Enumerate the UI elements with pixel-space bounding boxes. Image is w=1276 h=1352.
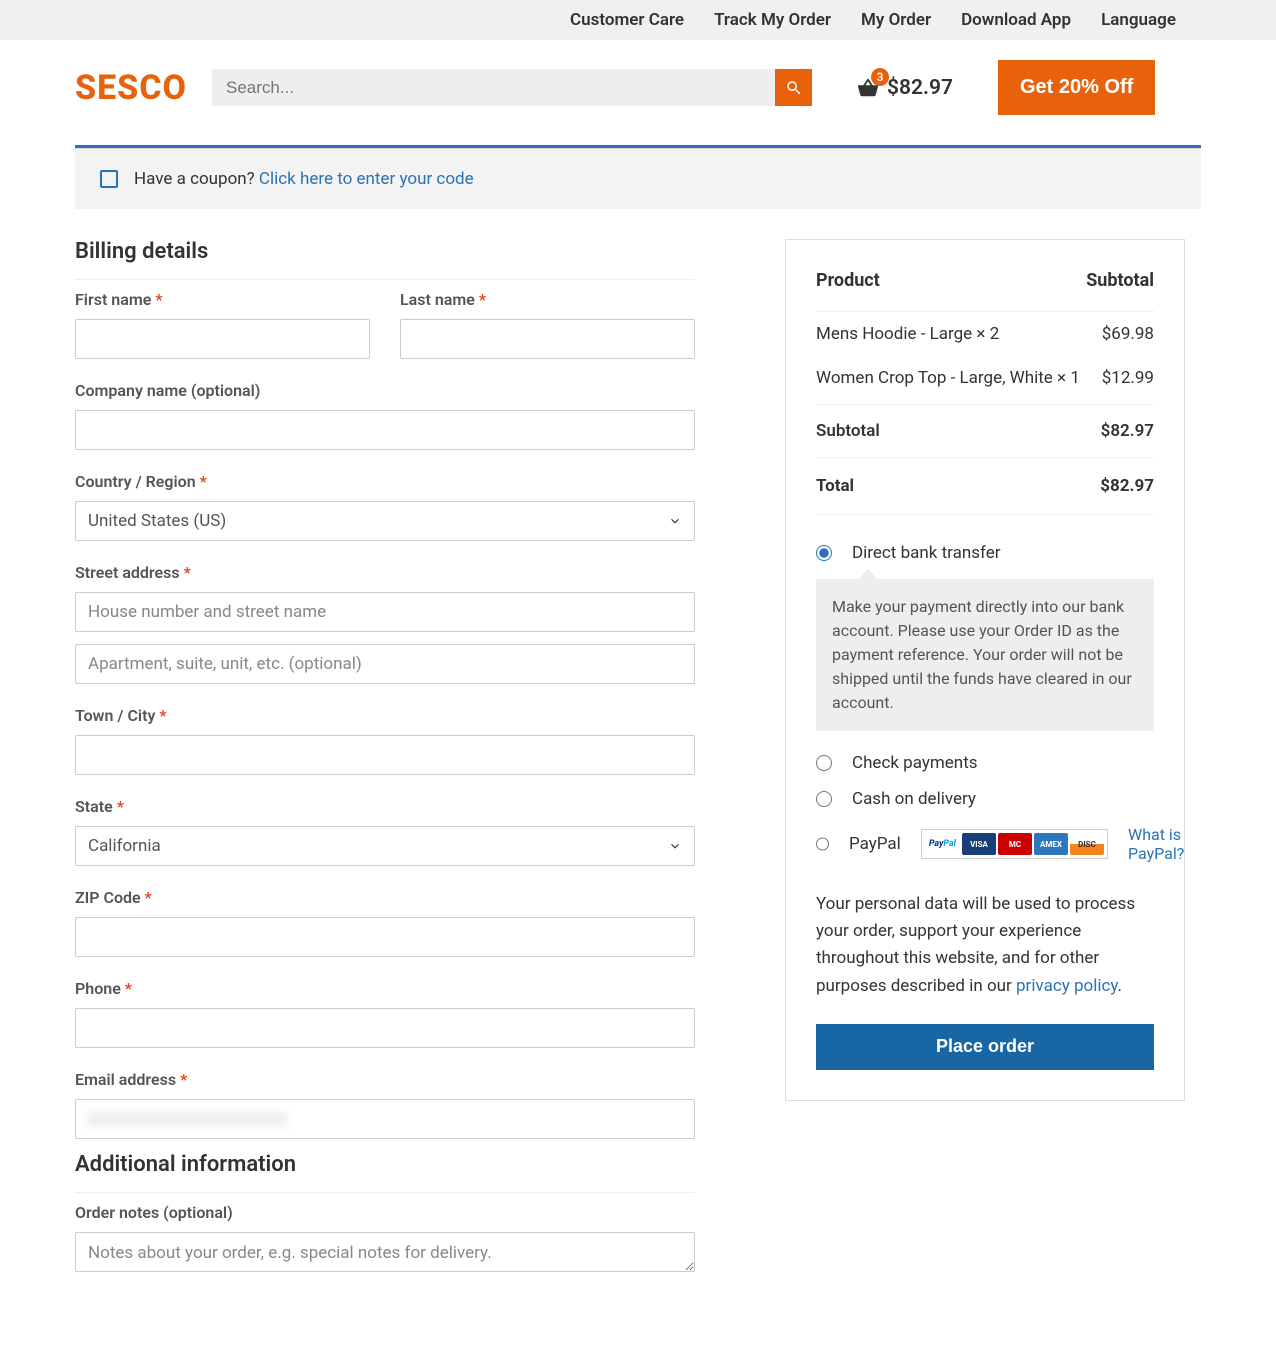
country-select[interactable]: United States (US) [75, 501, 695, 541]
state-label: State * [75, 797, 695, 816]
header: SESCO 3 $82.97 Get 20% Off [0, 40, 1276, 135]
topbar-my-order[interactable]: My Order [861, 10, 931, 30]
order-line-item: Women Crop Top - Large, White × 1$12.99 [816, 356, 1154, 400]
order-header-product: Product [816, 270, 880, 291]
paypal-cards-icon: PayPal VISA MC AMEX DISC [921, 829, 1108, 859]
order-notes-input[interactable] [75, 1232, 695, 1272]
state-select[interactable]: California [75, 826, 695, 866]
place-order-button[interactable]: Place order [816, 1024, 1154, 1070]
payment-check-radio[interactable] [816, 755, 832, 771]
logo[interactable]: SESCO [75, 68, 187, 108]
country-label: Country / Region * [75, 472, 695, 491]
topbar-language[interactable]: Language [1101, 10, 1176, 30]
zip-input[interactable] [75, 917, 695, 957]
phone-label: Phone * [75, 979, 695, 998]
search-input[interactable] [212, 69, 775, 106]
search-box [212, 69, 812, 106]
order-subtotal: Subtotal$82.97 [816, 404, 1154, 453]
billing-title: Billing details [75, 239, 695, 280]
payment-bank-description: Make your payment directly into our bank… [816, 579, 1154, 731]
order-line-item: Mens Hoodie - Large × 2$69.98 [816, 312, 1154, 356]
phone-input[interactable] [75, 1008, 695, 1048]
coupon-bar: Have a coupon? Click here to enter your … [75, 148, 1201, 209]
order-notes-label: Order notes (optional) [75, 1203, 695, 1222]
payment-bank-radio[interactable] [816, 545, 832, 561]
order-summary: Product Subtotal Mens Hoodie - Large × 2… [785, 239, 1185, 1101]
payment-methods: Direct bank transfer Make your payment d… [816, 535, 1154, 871]
cart-amount: $82.97 [887, 76, 953, 100]
first-name-label: First name * [75, 290, 370, 309]
topbar: Customer Care Track My Order My Order Do… [0, 0, 1276, 40]
state-value: California [88, 836, 161, 856]
billing-details: Billing details First name * Last name *… [75, 239, 695, 1298]
chevron-down-icon [668, 514, 682, 528]
order-header-subtotal: Subtotal [1086, 270, 1154, 291]
coupon-prompt: Have a coupon? [134, 169, 259, 189]
company-label: Company name (optional) [75, 381, 695, 400]
payment-cod-radio[interactable] [816, 791, 832, 807]
last-name-input[interactable] [400, 319, 695, 359]
payment-paypal-radio[interactable] [816, 836, 829, 852]
additional-title: Additional information [75, 1152, 695, 1193]
search-icon [785, 79, 803, 97]
promo-button[interactable]: Get 20% Off [998, 60, 1155, 115]
street-label: Street address * [75, 563, 695, 582]
privacy-text: Your personal data will be used to proce… [816, 891, 1154, 1000]
street-input-1[interactable] [75, 592, 695, 632]
cart-button[interactable]: 3 $82.97 [857, 76, 953, 100]
street-input-2[interactable] [75, 644, 695, 684]
payment-cod[interactable]: Cash on delivery [816, 781, 1154, 817]
cart-count-badge: 3 [871, 68, 889, 86]
first-name-input[interactable] [75, 319, 370, 359]
email-redacted [87, 1112, 287, 1126]
what-is-paypal-link[interactable]: What is PayPal? [1128, 825, 1184, 863]
order-total: Total$82.97 [816, 457, 1154, 515]
payment-check[interactable]: Check payments [816, 745, 1154, 781]
city-input[interactable] [75, 735, 695, 775]
search-button[interactable] [775, 69, 812, 106]
topbar-customer-care[interactable]: Customer Care [570, 10, 684, 30]
last-name-label: Last name * [400, 290, 695, 309]
city-label: Town / City * [75, 706, 695, 725]
topbar-track-order[interactable]: Track My Order [714, 10, 831, 30]
coupon-icon [100, 170, 118, 188]
coupon-link[interactable]: Click here to enter your code [259, 169, 474, 189]
zip-label: ZIP Code * [75, 888, 695, 907]
chevron-down-icon [668, 839, 682, 853]
email-label: Email address * [75, 1070, 695, 1089]
privacy-policy-link[interactable]: privacy policy [1016, 976, 1118, 996]
company-input[interactable] [75, 410, 695, 450]
country-value: United States (US) [88, 511, 226, 531]
payment-bank-transfer[interactable]: Direct bank transfer [816, 535, 1154, 571]
payment-paypal[interactable]: PayPal PayPal VISA MC AMEX DISC What is … [816, 817, 1154, 871]
topbar-download-app[interactable]: Download App [961, 10, 1071, 30]
